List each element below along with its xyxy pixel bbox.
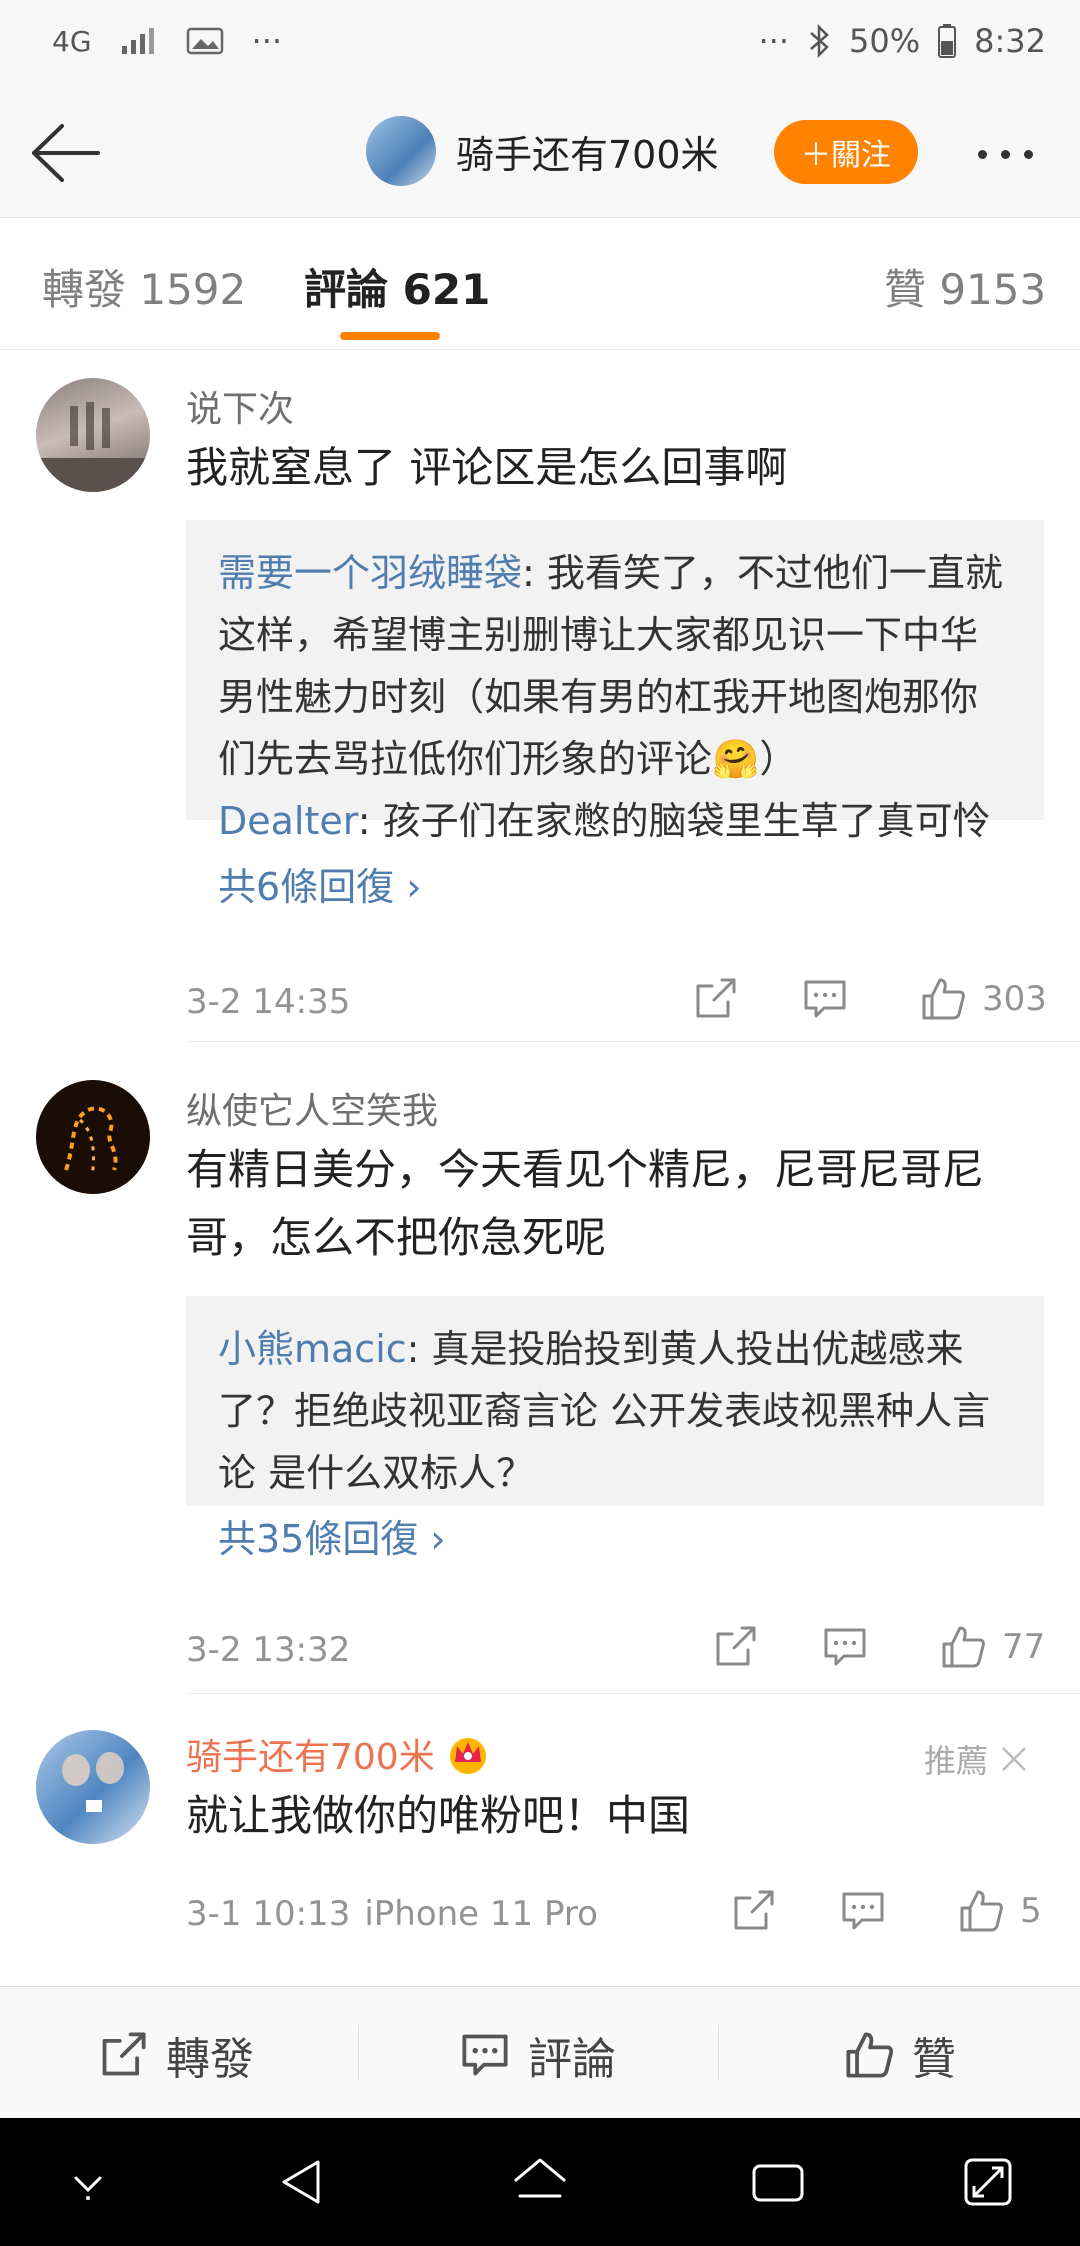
like-count: 77 (1002, 1627, 1046, 1667)
clock: 8:32 (974, 22, 1046, 60)
comment-actions: 303 (692, 976, 1047, 1022)
like-icon (846, 2032, 894, 2078)
more-options-button[interactable] (978, 134, 1050, 174)
comment-username-row: 骑手还有700米 (186, 1728, 491, 1780)
signal-icon (121, 28, 154, 54)
battery-icon (938, 24, 957, 58)
comment-icon (462, 2034, 508, 2076)
network-label: 4G (52, 24, 92, 58)
reply-item: Dealter: 孩子们在家憋的脑袋里生草了真可怜 (218, 790, 1012, 852)
avatar-image (36, 402, 150, 492)
comment-text: 就让我做你的唯粉吧！中国 (186, 1791, 691, 1840)
comment-icon[interactable] (840, 1888, 886, 1934)
avatar-image (62, 1752, 124, 1812)
image-icon (186, 27, 223, 55)
tab-comments[interactable]: 評論 621 (304, 256, 490, 317)
comment-username[interactable]: 说下次 (186, 380, 294, 432)
comment-timestamp: 3-2 14:35 (186, 982, 351, 1022)
comment-button[interactable]: 評論 (460, 2023, 616, 2087)
avatar[interactable] (36, 1730, 150, 1844)
recommend-label: 推薦 (924, 1742, 989, 1780)
profile-header[interactable]: 骑手还有700米 (366, 116, 719, 186)
like-label: 贊 (912, 2034, 956, 2085)
like-count: 303 (982, 979, 1047, 1019)
page-title: 骑手还有700米 (456, 132, 719, 177)
dot-icon (978, 149, 987, 159)
comment-icon[interactable] (802, 976, 848, 1022)
expand-icon[interactable] (958, 2152, 1018, 2212)
hide-keyboard-icon[interactable] (58, 2152, 118, 2212)
reply-username[interactable]: 小熊macic (218, 1327, 407, 1371)
recommend-tag[interactable]: 推薦 (924, 1736, 1028, 1782)
system-nav-bar (0, 2118, 1080, 2246)
avatar[interactable] (366, 116, 436, 186)
like-icon[interactable] (920, 976, 966, 1022)
comment-item: 骑手还有700米 推薦 就让我做你的唯粉吧！中国 3-1 10:13 iPhon… (0, 1694, 1080, 1986)
status-bar: 4G ··· ··· 50% 8:32 (0, 0, 1080, 90)
tab-bar: 轉發 1592 評論 621 贊 9153 (0, 218, 1080, 350)
like-icon[interactable] (940, 1624, 986, 1670)
reply-username[interactable]: Dealter (218, 799, 358, 843)
comment-text: 有精日美分，今天看见个精尼，尼哥尼哥尼哥，怎么不把你急死呢 (186, 1145, 985, 1262)
comment-item: 说下次 我就窒息了 评论区是怎么回事啊 需要一个羽绒睡袋: 我看笑了，不过他们一… (0, 350, 1080, 1042)
back-arrow-icon (32, 124, 100, 182)
avatar[interactable] (36, 1080, 150, 1194)
notification-dots-right: ··· (758, 22, 790, 60)
like-icon[interactable] (958, 1888, 1004, 1934)
dot-icon (1024, 149, 1033, 159)
battery-percent: 50% (849, 22, 921, 60)
avatar[interactable] (36, 378, 150, 492)
back-nav-icon[interactable] (272, 2152, 332, 2212)
reply-preview[interactable]: 需要一个羽绒睡袋: 我看笑了，不过他们一直就这样，希望博主别删博让大家都见识一下… (186, 520, 1044, 909)
home-icon[interactable] (510, 2152, 570, 2212)
like-count: 5 (1020, 1891, 1042, 1931)
active-tab-indicator (340, 332, 440, 340)
dot-icon (1001, 149, 1010, 159)
notification-dots: ··· (251, 22, 283, 60)
more-replies-link[interactable]: 共6條回復 › (218, 856, 1012, 918)
comment-username[interactable]: 纵使它人空笑我 (186, 1082, 438, 1134)
comment-text: 我就窒息了 评论区是怎么回事啊 (186, 443, 788, 492)
comment-actions: 5 (730, 1888, 1042, 1934)
comment-timestamp: 3-1 10:13 (186, 1894, 351, 1934)
more-replies-link[interactable]: 共35條回復 › (218, 1508, 1012, 1570)
bluetooth-icon (810, 23, 829, 59)
reply-username[interactable]: 需要一个羽绒睡袋 (218, 551, 522, 595)
reply-preview[interactable]: 小熊macic: 真是投胎投到黄人投出优越感来了？拒绝歧视亚裔言论 公开发表歧视… (186, 1296, 1044, 1561)
top-nav: 骑手还有700米 ＋關注 (0, 90, 1080, 218)
repost-label: 轉發 (166, 2034, 254, 2085)
repost-button[interactable]: 轉發 (98, 2023, 254, 2087)
reply-text: : 孩子们在家憋的脑袋里生草了真可怜 (357, 799, 991, 843)
like-button[interactable]: 贊 (844, 2023, 956, 2087)
close-icon[interactable] (1000, 1745, 1028, 1773)
avatar-image (64, 1106, 118, 1177)
comment-meta: 3-1 10:13 iPhone 11 Pro (186, 1894, 598, 1934)
tab-likes[interactable]: 贊 9153 (884, 256, 1046, 317)
bottom-action-bar: 轉發 評論 贊 (0, 1986, 1080, 2118)
divider (718, 2025, 719, 2081)
share-icon[interactable] (730, 1888, 776, 1934)
reply-item: 需要一个羽绒睡袋: 我看笑了，不过他们一直就这样，希望博主别删博让大家都见识一下… (218, 542, 1012, 790)
comment-actions: 77 (712, 1624, 1045, 1670)
comment-username[interactable]: 骑手还有700米 (186, 1728, 435, 1780)
reply-item: 小熊macic: 真是投胎投到黄人投出优越感来了？拒绝歧视亚裔言论 公开发表歧视… (218, 1318, 1012, 1504)
share-icon[interactable] (692, 976, 738, 1022)
share-icon (102, 2032, 146, 2076)
tab-repost[interactable]: 轉發 1592 (42, 256, 246, 317)
share-icon[interactable] (712, 1624, 758, 1670)
crown-badge-icon (449, 1738, 486, 1774)
comment-device: iPhone 11 Pro (364, 1894, 598, 1934)
comment-icon[interactable] (822, 1624, 868, 1670)
comment-label: 評論 (528, 2034, 616, 2085)
comment-item: 纵使它人空笑我 有精日美分，今天看见个精尼，尼哥尼哥尼哥，怎么不把你急死呢 小熊… (0, 1042, 1080, 1694)
follow-button[interactable]: ＋關注 (774, 120, 918, 184)
comment-timestamp: 3-2 13:32 (186, 1630, 351, 1670)
recent-apps-icon[interactable] (748, 2152, 808, 2212)
back-button[interactable] (28, 120, 102, 186)
divider (358, 2025, 359, 2081)
